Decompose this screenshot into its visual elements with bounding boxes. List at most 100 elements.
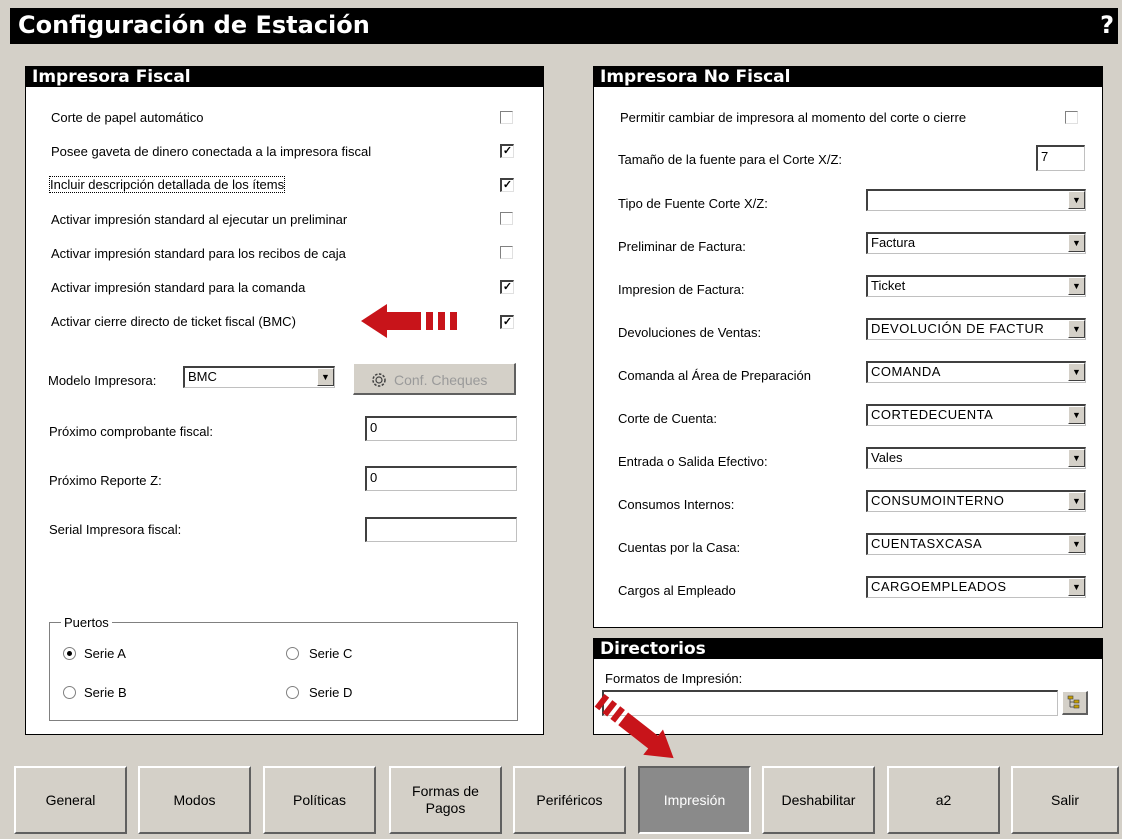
option-receipts-label: Activar impresión standard para los reci… — [51, 246, 346, 261]
font-size-input[interactable]: 7 — [1036, 145, 1085, 171]
tab-modos[interactable]: Modos — [138, 766, 251, 834]
house-accounts-label: Cuentas por la Casa: — [618, 540, 741, 555]
sales-returns-value: DEVOLUCIÓN DE FACTUR — [871, 321, 1045, 336]
model-select-value: BMC — [188, 369, 217, 384]
serial-label: Serial Impresora fiscal: — [49, 522, 182, 537]
chevron-down-icon[interactable]: ▼ — [317, 368, 334, 386]
sales-returns-label: Devoluciones de Ventas: — [618, 325, 762, 340]
chevron-down-icon[interactable]: ▼ — [1068, 535, 1085, 553]
option-bmc-close-checkbox[interactable]: ✓ — [500, 315, 514, 329]
directories-panel-header: Directorios — [594, 639, 1102, 659]
sales-returns-select[interactable]: DEVOLUCIÓN DE FACTUR ▼ — [866, 318, 1086, 340]
next-z-label: Próximo Reporte Z: — [49, 473, 162, 488]
cash-in-out-select[interactable]: Vales ▼ — [866, 447, 1086, 469]
allow-change-printer-checkbox[interactable] — [1065, 111, 1078, 124]
option-auto-cut-checkbox[interactable] — [500, 111, 513, 124]
invoice-print-label: Impresion de Factura: — [618, 282, 745, 297]
conf-cheques-button[interactable]: Conf. Cheques — [353, 363, 516, 395]
option-detailed-items-checkbox[interactable]: ✓ — [500, 178, 514, 192]
preliminary-invoice-select[interactable]: Factura ▼ — [866, 232, 1086, 254]
tab-salir[interactable]: Salir — [1011, 766, 1119, 834]
option-cash-drawer-label: Posee gaveta de dinero conectada a la im… — [51, 144, 372, 159]
tab-deshabilitar[interactable]: Deshabilitar — [762, 766, 875, 834]
port-serie-a-label: Serie A — [84, 646, 126, 661]
internal-consumption-label: Consumos Internos: — [618, 497, 735, 512]
chevron-down-icon[interactable]: ▼ — [1068, 449, 1085, 467]
port-serie-d-radio[interactable] — [286, 686, 299, 699]
next-z-input[interactable]: 0 — [365, 466, 517, 491]
employee-charges-label: Cargos al Empleado — [618, 583, 736, 598]
invoice-print-value: Ticket — [871, 278, 906, 293]
account-cut-select[interactable]: CORTEDECUENTA ▼ — [866, 404, 1086, 426]
port-serie-d-label: Serie D — [309, 685, 353, 700]
gear-icon — [372, 373, 386, 387]
port-serie-a-radio[interactable] — [63, 647, 76, 660]
account-cut-label: Corte de Cuenta: — [618, 411, 718, 426]
tab-impresion[interactable]: Impresión — [638, 766, 751, 834]
comanda-area-label: Comanda al Área de Preparación — [618, 368, 811, 383]
house-accounts-value: CUENTASXCASA — [871, 536, 983, 551]
title-bar: Configuración de Estación ? — [10, 8, 1118, 44]
comanda-area-value: COMANDA — [871, 364, 941, 379]
model-select[interactable]: BMC ▼ — [183, 366, 335, 388]
help-button[interactable]: ? — [1100, 11, 1114, 39]
font-size-label: Tamaño de la fuente para el Corte X/Z: — [618, 152, 843, 167]
invoice-print-select[interactable]: Ticket ▼ — [866, 275, 1086, 297]
house-accounts-select[interactable]: CUENTASXCASA ▼ — [866, 533, 1086, 555]
chevron-down-icon[interactable]: ▼ — [1068, 363, 1085, 381]
folder-tree-icon — [1067, 695, 1080, 709]
left-arrow-icon — [361, 304, 457, 338]
window-title: Configuración de Estación — [18, 11, 370, 39]
employee-charges-value: CARGOEMPLEADOS — [871, 579, 1007, 594]
port-serie-b-radio[interactable] — [63, 686, 76, 699]
fiscal-panel-header: Impresora Fiscal — [26, 67, 543, 87]
down-right-arrow-icon — [594, 693, 674, 759]
option-receipts-checkbox[interactable] — [500, 246, 513, 259]
employee-charges-select[interactable]: CARGOEMPLEADOS ▼ — [866, 576, 1086, 598]
option-comanda-label: Activar impresión standard para la coman… — [51, 280, 306, 295]
chevron-down-icon[interactable]: ▼ — [1068, 277, 1085, 295]
preliminary-invoice-value: Factura — [871, 235, 916, 250]
tab-formas-de-pagos[interactable]: Formas de Pagos — [389, 766, 502, 834]
font-type-select[interactable]: ▼ — [866, 189, 1086, 211]
internal-consumption-select[interactable]: CONSUMOINTERNO ▼ — [866, 490, 1086, 512]
option-cash-drawer-checkbox[interactable]: ✓ — [500, 144, 514, 158]
port-serie-c-label: Serie C — [309, 646, 353, 661]
comanda-area-select[interactable]: COMANDA ▼ — [866, 361, 1086, 383]
preliminary-invoice-label: Preliminar de Factura: — [618, 239, 746, 254]
option-bmc-close-label: Activar cierre directo de ticket fiscal … — [51, 314, 296, 329]
option-preliminary-checkbox[interactable] — [500, 212, 513, 225]
allow-change-printer-label: Permitir cambiar de impresora al momento… — [620, 110, 967, 125]
browse-folder-button[interactable] — [1062, 691, 1088, 715]
internal-consumption-value: CONSUMOINTERNO — [871, 493, 1005, 508]
option-auto-cut-label: Corte de papel automático — [51, 110, 204, 125]
ports-legend: Puertos — [61, 615, 112, 630]
tab-politicas[interactable]: Políticas — [263, 766, 376, 834]
cash-in-out-value: Vales — [871, 450, 903, 465]
nonfiscal-panel-header: Impresora No Fiscal — [594, 67, 1102, 87]
chevron-down-icon[interactable]: ▼ — [1068, 191, 1085, 209]
next-fiscal-label: Próximo comprobante fiscal: — [49, 424, 214, 439]
tab-a2[interactable]: a2 — [887, 766, 1000, 834]
model-label: Modelo Impresora: — [48, 373, 157, 388]
print-formats-label: Formatos de Impresión: — [605, 671, 743, 686]
chevron-down-icon[interactable]: ▼ — [1068, 234, 1085, 252]
chevron-down-icon[interactable]: ▼ — [1068, 406, 1085, 424]
ports-group — [49, 622, 518, 721]
account-cut-value: CORTEDECUENTA — [871, 407, 994, 422]
cash-in-out-label: Entrada o Salida Efectivo: — [618, 454, 768, 469]
tab-perifericos[interactable]: Periféricos — [513, 766, 626, 834]
chevron-down-icon[interactable]: ▼ — [1068, 320, 1085, 338]
conf-cheques-label: Conf. Cheques — [394, 372, 488, 388]
nonfiscal-printer-panel: Impresora No Fiscal Permitir cambiar de … — [593, 66, 1103, 628]
chevron-down-icon[interactable]: ▼ — [1068, 578, 1085, 596]
serial-input[interactable] — [365, 517, 517, 542]
fiscal-printer-panel: Impresora Fiscal Corte de papel automáti… — [25, 66, 544, 735]
next-fiscal-input[interactable]: 0 — [365, 416, 517, 441]
chevron-down-icon[interactable]: ▼ — [1068, 492, 1085, 510]
option-comanda-checkbox[interactable]: ✓ — [500, 280, 514, 294]
port-serie-c-radio[interactable] — [286, 647, 299, 660]
font-type-label: Tipo de Fuente Corte X/Z: — [618, 196, 768, 211]
tab-general[interactable]: General — [14, 766, 127, 834]
port-serie-b-label: Serie B — [84, 685, 127, 700]
